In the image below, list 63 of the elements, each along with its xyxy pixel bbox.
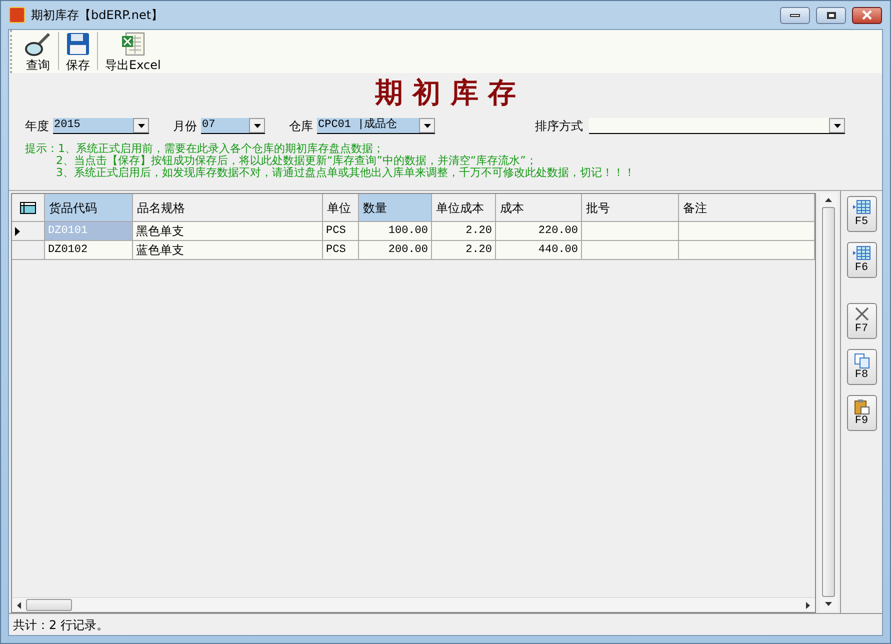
app-icon (9, 7, 25, 23)
table-cell: 2.20 (432, 222, 496, 241)
filter-label: 仓库 (289, 118, 313, 135)
table-cell: 蓝色单支 (133, 241, 323, 260)
cross-icon (854, 306, 868, 322)
table-cell: 黑色单支 (133, 222, 323, 241)
scroll-left-icon (17, 602, 21, 608)
toolbar-save-button[interactable]: 保存 (63, 32, 93, 72)
filter-label: 月份 (173, 118, 197, 135)
shortcut-button[interactable]: F6 (846, 242, 876, 278)
shortcut-button[interactable]: F9 (846, 395, 876, 431)
window-title: 期初库存【bdERP.net】 (31, 7, 164, 24)
column-header[interactable]: 备注 (679, 194, 815, 222)
filter-label: 年度 (25, 118, 49, 135)
shortcut-button[interactable]: F8 (846, 349, 876, 385)
table-cell: 2.20 (432, 241, 496, 260)
row-header[interactable] (12, 222, 45, 241)
filter-dropdown[interactable]: CPC01 |成品仓 (317, 118, 435, 134)
scroll-right-icon (806, 602, 810, 608)
filter-dropdown[interactable]: 2015 (53, 118, 149, 134)
table-cell: DZ0101 (45, 222, 133, 241)
table-cell: PCS (323, 222, 359, 241)
sort-label: 排序方式 (535, 118, 583, 135)
scroll-down-icon (825, 602, 832, 606)
table-icon (852, 246, 870, 262)
column-header[interactable]: 货品代码 (45, 194, 133, 222)
vertical-scrollbar[interactable] (820, 193, 837, 611)
table-cell: PCS (323, 241, 359, 260)
toolbar-export-button[interactable]: 导出Excel (102, 32, 164, 72)
column-header[interactable]: 批号 (582, 194, 679, 222)
hint-line: 2、当点击【保存】按钮成功保存后，将以此处数据更新“库存查询”中的数据，并清空“库存流水”； (55, 155, 538, 167)
shortcut-button[interactable]: F5 (846, 196, 876, 232)
column-header[interactable]: 数量 (359, 194, 432, 222)
copy-icon (854, 352, 870, 368)
close-button[interactable] (852, 6, 882, 24)
clipboard-icon (854, 398, 870, 414)
grid-icon (20, 202, 36, 214)
magnifier-icon (25, 32, 51, 58)
scroll-up-icon (825, 198, 832, 202)
sort-dropdown[interactable] (589, 118, 845, 134)
scroll-thumb[interactable] (822, 207, 835, 597)
filter-dropdown[interactable]: 07 (201, 118, 265, 134)
table-cell: DZ0102 (45, 241, 133, 260)
page-heading: 期 初 库 存 (374, 79, 516, 111)
column-header[interactable]: 单位 (323, 194, 359, 222)
scroll-thumb[interactable] (26, 599, 72, 611)
hint-line: 3、系统正式启用后，如发现库存数据不对，请通过盘点单或其他出入库单来调整，千万不可修改此处数据，切记！！！ (55, 167, 636, 179)
status-text: 共计：2 行记录。 (13, 616, 108, 634)
table-cell: 100.00 (359, 222, 432, 241)
table-cell: 220.00 (496, 222, 582, 241)
horizontal-scrollbar[interactable] (12, 597, 815, 612)
column-header[interactable]: 品名规格 (133, 194, 323, 222)
column-header[interactable]: 单位成本 (432, 194, 496, 222)
table-icon (852, 200, 870, 216)
table-cell: 440.00 (496, 241, 582, 260)
close-icon (861, 10, 873, 20)
toolbar-search-button[interactable]: 查询 (22, 32, 54, 72)
table-cell: 200.00 (359, 241, 432, 260)
minimize-button[interactable] (780, 6, 810, 24)
maximize-button[interactable] (816, 6, 846, 24)
column-header[interactable]: 成本 (496, 194, 582, 222)
shortcut-button[interactable]: F7 (846, 303, 876, 339)
hint-line: 提示：1、系统正式启用前，需要在此录入各个仓库的期初库存盘点数据； (25, 143, 385, 155)
